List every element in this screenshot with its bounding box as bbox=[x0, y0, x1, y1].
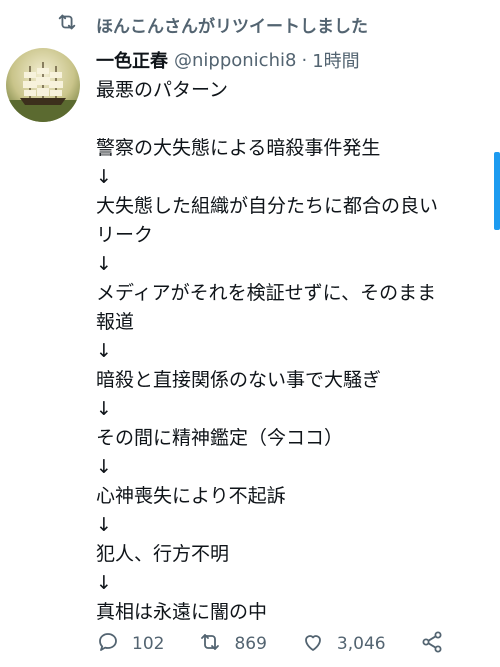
tweet-line: 警察の大失態による暗殺事件発生 bbox=[96, 137, 381, 159]
avatar[interactable] bbox=[6, 48, 80, 122]
tweet-line: ↓ bbox=[96, 456, 112, 478]
tweet-line: メディアがそれを検証せずに、そのまま bbox=[96, 282, 437, 304]
tweet-line: ↓ bbox=[96, 340, 112, 362]
retweet-icon bbox=[56, 11, 78, 38]
retweet-count: 869 bbox=[234, 634, 267, 654]
retweet-banner[interactable]: ほんこんさんがリツイートしました bbox=[56, 8, 368, 40]
tweet-line: 報道 bbox=[96, 311, 135, 333]
scrollbar-thumb[interactable] bbox=[494, 152, 500, 230]
share-icon bbox=[420, 630, 444, 659]
reply-button[interactable]: 102 bbox=[96, 630, 164, 659]
tweet-actions: 102 869 3,046 bbox=[96, 626, 444, 662]
tweet-line: 真相は永遠に闇の中 bbox=[96, 601, 268, 623]
reply-count: 102 bbox=[132, 634, 165, 654]
like-count: 3,046 bbox=[336, 634, 386, 654]
tweet-line: その間に精神鑑定（今ココ） bbox=[96, 427, 344, 449]
tweet-line: 心神喪失により不起訴 bbox=[96, 485, 286, 507]
separator: · bbox=[301, 49, 308, 71]
heart-icon bbox=[301, 630, 325, 659]
tweet-text: 最悪のパターン 警察の大失態による暗殺事件発生 ↓ 大失態した組織が自分たちに都… bbox=[96, 76, 476, 627]
tweet-line: ↓ bbox=[96, 253, 112, 275]
timestamp[interactable]: 1時間 bbox=[312, 47, 359, 73]
tweet-line: 暗殺と直接関係のない事で大騒ぎ bbox=[96, 369, 382, 391]
tweet-line: ↓ bbox=[96, 572, 112, 594]
handle[interactable]: @nipponichi8 bbox=[174, 50, 296, 71]
share-button[interactable] bbox=[420, 630, 444, 659]
tweet-line: ↓ bbox=[96, 166, 112, 188]
tweet-header: 一色正春 @nipponichi8 · 1時間 bbox=[96, 44, 360, 76]
like-button[interactable]: 3,046 bbox=[301, 630, 386, 659]
retweet-icon bbox=[198, 630, 222, 659]
tweet-line: ↓ bbox=[96, 514, 112, 536]
tweet-line: リーク bbox=[96, 224, 154, 246]
retweet-banner-text[interactable]: ほんこんさんがリツイートしました bbox=[96, 12, 368, 37]
tweet-line: 最悪のパターン bbox=[96, 79, 229, 101]
tweet-line: 犯人、行方不明 bbox=[96, 543, 230, 565]
reply-icon bbox=[96, 630, 120, 659]
tweet-line: ↓ bbox=[96, 398, 112, 420]
retweet-button[interactable]: 869 bbox=[198, 630, 267, 659]
display-name[interactable]: 一色正春 bbox=[96, 47, 168, 73]
tweet-line bbox=[96, 105, 476, 134]
tweet-line: 大失態した組織が自分たちに都合の良い bbox=[96, 195, 439, 217]
